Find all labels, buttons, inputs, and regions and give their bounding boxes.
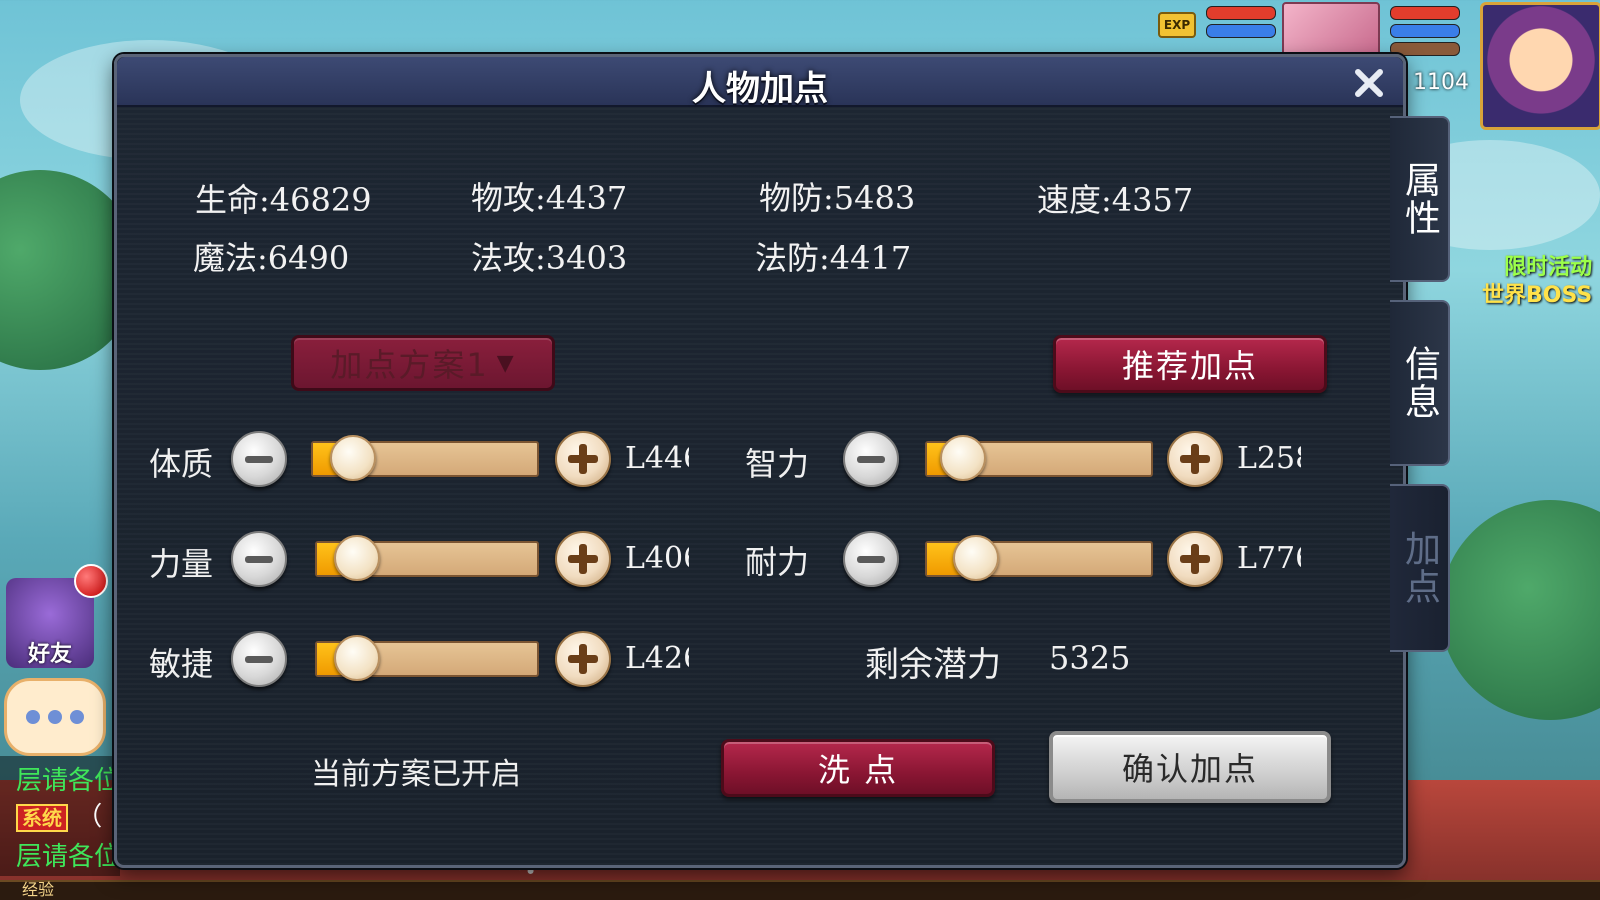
attribute-slider[interactable] [315, 535, 539, 581]
stat-physical-attack: 物攻:4437 [471, 179, 628, 217]
attribute-slider[interactable] [925, 435, 1153, 481]
remaining-potential-label: 剩余潜力 [865, 645, 1001, 685]
tab-label: 信息 [1399, 345, 1440, 421]
tree [1440, 500, 1600, 720]
stat-mana: 魔法:6490 [193, 239, 350, 277]
decrease-button[interactable] [843, 431, 899, 487]
slider-handle[interactable] [333, 535, 380, 581]
player-hp-bar [1390, 6, 1460, 20]
friends-label: 好友 [27, 642, 72, 667]
notification-dot [74, 564, 108, 598]
plan-status-text: 当前方案已开启 [311, 757, 521, 792]
decrease-button[interactable] [231, 631, 287, 687]
minus-icon [857, 555, 885, 563]
decrease-button[interactable] [231, 431, 287, 487]
stat-magic-defense: 法防:4417 [755, 239, 912, 277]
attribute-value: L258 [1237, 441, 1301, 476]
player-exp-bar [1390, 42, 1460, 56]
slider-handle[interactable] [333, 635, 380, 681]
chat-dot-icon [70, 710, 84, 724]
chat-dot-icon [26, 710, 40, 724]
tab-info[interactable]: 信息 [1390, 300, 1450, 466]
chat-line-2: 系统 （ [16, 796, 102, 833]
increase-button[interactable] [555, 631, 611, 687]
chat-line-2-text: （ [76, 802, 103, 832]
increase-button[interactable] [555, 531, 611, 587]
increase-button[interactable] [1167, 431, 1223, 487]
increase-button[interactable] [1167, 531, 1223, 587]
player-portrait[interactable] [1480, 2, 1600, 130]
pet-mp-bar [1206, 24, 1276, 38]
chat-dot-icon [48, 710, 62, 724]
player-status-bars [1390, 6, 1460, 60]
stat-physical-defense: 物防:5483 [759, 179, 916, 217]
decrease-button[interactable] [843, 531, 899, 587]
slider-handle[interactable] [330, 435, 377, 481]
tab-label: 属性 [1399, 161, 1440, 237]
chat-line-3: 层请各位 [16, 842, 121, 872]
chat-line-1: 层请各位 [16, 766, 121, 796]
minus-icon [245, 555, 273, 563]
world-boss-event[interactable]: 限时活动 世界BOSS [1482, 254, 1592, 310]
pet-hp-bar [1206, 6, 1276, 20]
slider-handle[interactable] [953, 535, 1000, 581]
exp-badge: EXP [1158, 12, 1196, 38]
dialog-title: 人物加点 [692, 69, 828, 109]
attribute-value: L426 [625, 641, 689, 676]
stat-speed: 速度:4357 [1037, 181, 1194, 219]
minus-icon [245, 455, 273, 463]
plan-dropdown[interactable]: 加点方案1 ▼ [291, 335, 555, 391]
plus-icon [1180, 444, 1210, 474]
attribute-value: L406 [625, 541, 689, 576]
event-line-2: 世界BOSS [1482, 283, 1593, 308]
chat-button[interactable] [4, 678, 106, 756]
attribute-label: 力量 [149, 545, 214, 583]
plus-icon [568, 644, 598, 674]
plus-icon [1180, 544, 1210, 574]
stat-magic-attack: 法攻:3403 [471, 239, 628, 277]
attribute-slider[interactable] [925, 535, 1153, 581]
minus-icon [857, 455, 885, 463]
dialog-title-bar: 人物加点 [117, 57, 1403, 109]
confirm-points-button[interactable]: 确认加点 [1049, 731, 1331, 803]
player-level: 1104 [1413, 70, 1469, 95]
pet-portrait[interactable] [1282, 2, 1380, 58]
stat-hp: 生命:46829 [195, 181, 372, 219]
recommend-points-button[interactable]: 推荐加点 [1053, 335, 1327, 393]
decrease-button[interactable] [231, 531, 287, 587]
attribute-value: L446 [625, 441, 689, 476]
minus-icon [245, 655, 273, 663]
wash-points-button[interactable]: 洗 点 [721, 739, 995, 797]
attribute-label: 体质 [149, 445, 214, 483]
experience-strip: 经验 [0, 880, 1600, 900]
chevron-down-icon: ▼ [496, 350, 516, 376]
attribute-label: 智力 [745, 445, 810, 483]
attribute-value: L776 [1237, 541, 1301, 576]
attribute-slider[interactable] [315, 635, 539, 681]
attribute-label: 敏捷 [149, 645, 214, 683]
close-icon [1355, 69, 1383, 97]
player-mp-bar [1390, 24, 1460, 38]
attribute-label: 耐力 [745, 543, 810, 581]
pet-status-bars [1206, 6, 1276, 42]
increase-button[interactable] [555, 431, 611, 487]
plus-icon [568, 544, 598, 574]
attribute-slider[interactable] [311, 435, 539, 481]
event-line-1: 限时活动 [1504, 255, 1593, 280]
system-tag: 系统 [16, 804, 68, 832]
remaining-potential-value: 5325 [1049, 639, 1131, 677]
slider-handle[interactable] [939, 435, 986, 481]
experience-label: 经验 [22, 880, 55, 899]
close-button[interactable] [1349, 63, 1389, 103]
tab-label: 加点 [1399, 530, 1440, 606]
tab-attributes[interactable]: 属性 [1390, 116, 1450, 282]
tab-add-points[interactable]: 加点 [1390, 484, 1450, 652]
attribute-points-dialog: 人物加点 生命:46829 物攻:4437 物防:5483 速度:4357 魔法… [114, 54, 1406, 868]
plus-icon [568, 444, 598, 474]
plan-dropdown-label: 加点方案1 [330, 346, 489, 384]
